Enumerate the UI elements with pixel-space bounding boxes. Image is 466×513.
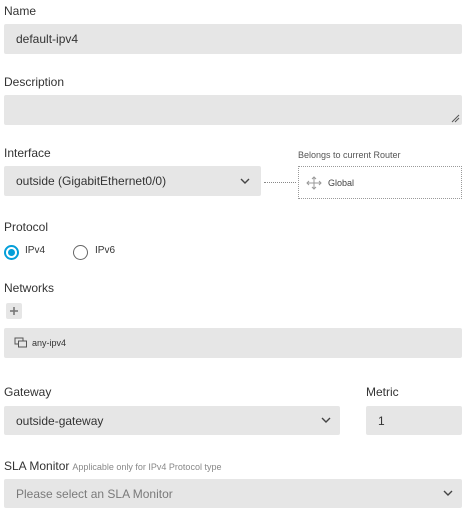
move-arrows-icon [306, 175, 322, 190]
protocol-ipv6-label: IPv6 [95, 245, 116, 256]
networks-list: any-ipv4 [4, 328, 462, 358]
network-item-label: any-ipv4 [32, 338, 67, 348]
protocol-ipv4-label: IPv4 [25, 245, 46, 256]
description-label: Description [4, 75, 65, 89]
sla-label-row: SLA Monitor Applicable only for IPv4 Prot… [4, 459, 221, 473]
interface-value: outside (GigabitEthernet0/0) [16, 174, 167, 188]
protocol-ipv6-radio[interactable] [73, 245, 88, 260]
networks-label: Networks [4, 281, 55, 295]
metric-value: 1 [378, 413, 385, 428]
plus-icon [10, 307, 18, 315]
gateway-value: outside-gateway [16, 413, 104, 428]
belongs-router-label: Belongs to current Router [298, 150, 401, 160]
sla-hint: Applicable only for IPv4 Protocol type [72, 462, 222, 472]
network-item[interactable]: any-ipv4 [14, 337, 66, 349]
router-connector [264, 182, 296, 183]
gateway-select[interactable]: outside-gateway [4, 406, 340, 435]
metric-input[interactable]: 1 [366, 406, 462, 435]
router-box: Global [298, 166, 462, 199]
name-value: default-ipv4 [16, 32, 79, 46]
chevron-down-icon [240, 178, 250, 184]
protocol-ipv4-radio[interactable] [4, 245, 19, 260]
sla-monitor-select[interactable]: Please select an SLA Monitor [4, 479, 462, 508]
chevron-down-icon [321, 417, 331, 423]
gateway-label: Gateway [4, 385, 52, 399]
metric-label: Metric [366, 385, 399, 399]
network-object-icon [14, 337, 27, 348]
sla-placeholder: Please select an SLA Monitor [16, 486, 173, 501]
chevron-down-icon [443, 490, 453, 496]
sla-label: SLA Monitor [4, 459, 70, 473]
protocol-label: Protocol [4, 220, 49, 234]
name-input[interactable]: default-ipv4 [4, 24, 462, 54]
router-value: Global [328, 177, 355, 188]
interface-label: Interface [4, 146, 51, 160]
add-network-button[interactable] [6, 303, 22, 319]
name-label: Name [4, 4, 37, 18]
description-textarea[interactable] [4, 95, 462, 125]
interface-select[interactable]: outside (GigabitEthernet0/0) [4, 166, 261, 196]
resize-grip-icon[interactable] [451, 114, 460, 123]
